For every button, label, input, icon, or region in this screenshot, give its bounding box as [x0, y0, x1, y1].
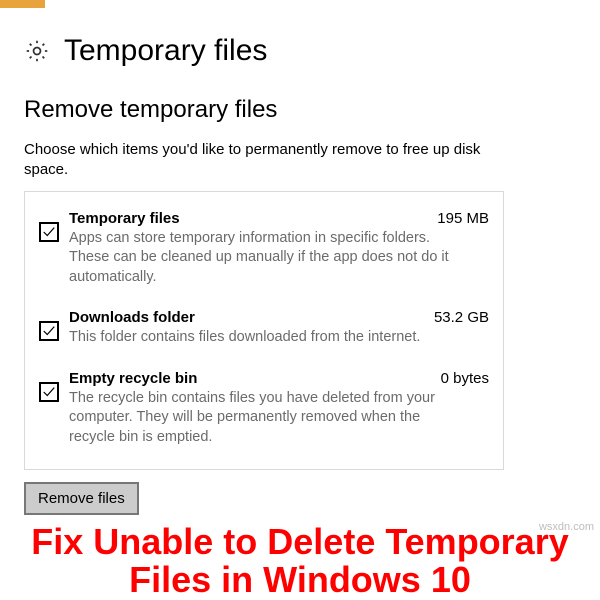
item-body: Temporary files 195 MB Apps can store te… [69, 210, 489, 288]
item-head: Temporary files 195 MB [69, 210, 489, 227]
item-head: Downloads folder 53.2 GB [69, 309, 489, 326]
item-size: 195 MB [437, 210, 489, 227]
item-size: 53.2 GB [434, 309, 489, 326]
removable-items-list: Temporary files 195 MB Apps can store te… [24, 191, 504, 471]
item-title: Temporary files [69, 210, 180, 227]
banner-line: Fix Unable to Delete Temporary [6, 523, 594, 561]
list-item: Downloads folder 53.2 GB This folder con… [39, 303, 489, 364]
banner-line: Files in Windows 10 [6, 561, 594, 599]
item-body: Downloads folder 53.2 GB This folder con… [69, 309, 489, 348]
article-banner: Fix Unable to Delete Temporary Files in … [0, 523, 600, 599]
item-title: Empty recycle bin [69, 370, 197, 387]
remove-files-button[interactable]: Remove files [24, 482, 139, 515]
page-title: Temporary files [64, 34, 267, 68]
list-item: Empty recycle bin 0 bytes The recycle bi… [39, 364, 489, 452]
section-description: Choose which items you'd like to permane… [24, 140, 484, 181]
item-title: Downloads folder [69, 309, 195, 326]
settings-panel: Temporary files Remove temporary files C… [0, 8, 600, 515]
checkbox-downloads-folder[interactable] [39, 321, 59, 341]
item-size: 0 bytes [441, 370, 489, 387]
page-header: Temporary files [24, 34, 576, 68]
item-body: Empty recycle bin 0 bytes The recycle bi… [69, 370, 489, 448]
item-description: This folder contains files downloaded fr… [69, 328, 469, 348]
section-title: Remove temporary files [24, 96, 576, 124]
list-item: Temporary files 195 MB Apps can store te… [39, 204, 489, 304]
item-description: Apps can store temporary information in … [69, 229, 469, 288]
checkbox-temporary-files[interactable] [39, 222, 59, 242]
watermark: wsxdn.com [539, 521, 594, 533]
item-description: The recycle bin contains files you have … [69, 389, 469, 448]
checkbox-empty-recycle-bin[interactable] [39, 382, 59, 402]
window-accent-bar [0, 0, 45, 8]
gear-icon [24, 38, 50, 64]
item-head: Empty recycle bin 0 bytes [69, 370, 489, 387]
